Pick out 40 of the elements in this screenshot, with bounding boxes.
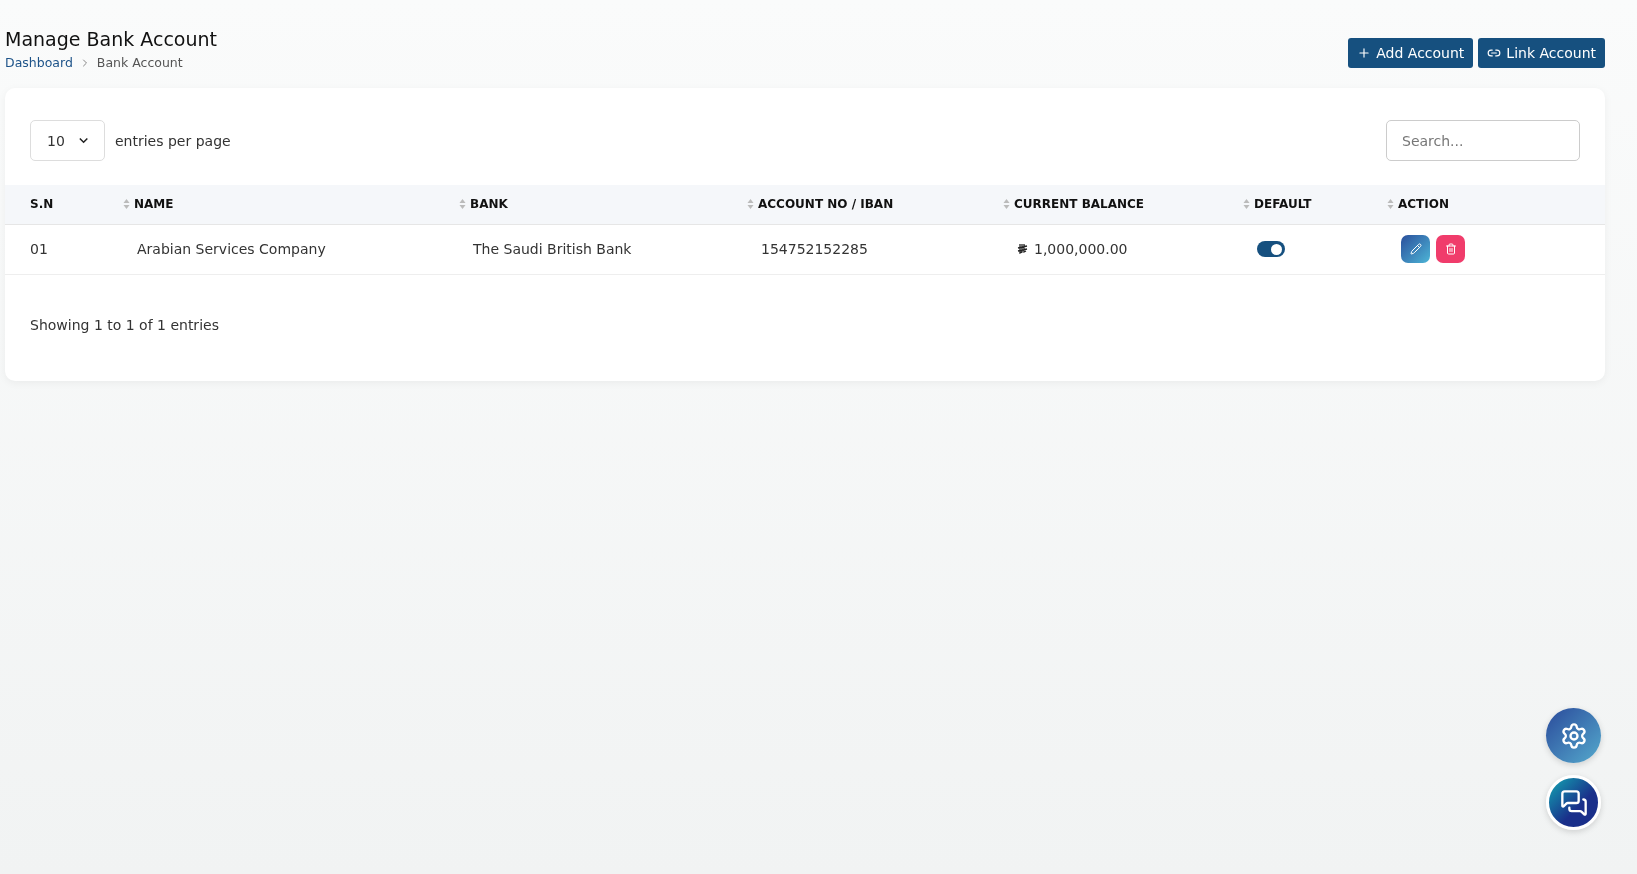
edit-button[interactable] [1401, 235, 1430, 263]
table-cell: 154752152285 [741, 224, 997, 274]
settings-icon [1559, 721, 1588, 750]
sort-icon [459, 198, 466, 211]
default-toggle[interactable] [1257, 241, 1285, 257]
settings-button[interactable] [1546, 708, 1601, 763]
sort-icon [1243, 198, 1250, 211]
sort-icon [123, 198, 130, 211]
add-account-button[interactable]: Add Account [1348, 38, 1474, 68]
column-header[interactable]: CURRENT BALANCE [997, 185, 1237, 224]
sort-icon [1387, 198, 1394, 211]
plus-icon [1357, 46, 1372, 60]
pencil-icon [1409, 243, 1422, 255]
link-account-button[interactable]: Link Account [1478, 38, 1605, 68]
chevron-down-icon [78, 137, 88, 144]
entries-summary: Showing 1 to 1 of 1 entries [30, 316, 220, 333]
chat-icon [1559, 788, 1588, 817]
balance-text: 1,000,000.00 [1034, 241, 1128, 257]
link-icon [1487, 46, 1502, 60]
delete-button[interactable] [1436, 235, 1465, 263]
sort-icon [747, 198, 754, 211]
sort-icon [1003, 198, 1010, 211]
chat-button[interactable] [1546, 775, 1601, 830]
currency-icon [1017, 243, 1028, 255]
page-title: Manage Bank Account [5, 28, 217, 50]
breadcrumb-current: Bank Account [96, 55, 183, 70]
column-header[interactable]: NAME [117, 185, 453, 224]
trash-icon [1444, 243, 1457, 255]
page-size-select[interactable]: 10 [30, 120, 105, 161]
table-cell: The Saudi British Bank [453, 224, 741, 274]
table-cell: 01 [5, 224, 117, 274]
table-cell: Arabian Services Company [117, 224, 453, 274]
column-header[interactable]: ACTION [1381, 185, 1605, 224]
column-header[interactable]: BANK [453, 185, 741, 224]
column-header[interactable]: DEFAULT [1237, 185, 1381, 224]
search-field[interactable]: Search... [1386, 120, 1580, 161]
entries-label: entries per page [115, 132, 231, 149]
breadcrumb-link[interactable]: Dashboard [5, 55, 73, 70]
column-header[interactable]: ACCOUNT NO / IBAN [741, 185, 997, 224]
column-header: S.N [5, 185, 117, 224]
